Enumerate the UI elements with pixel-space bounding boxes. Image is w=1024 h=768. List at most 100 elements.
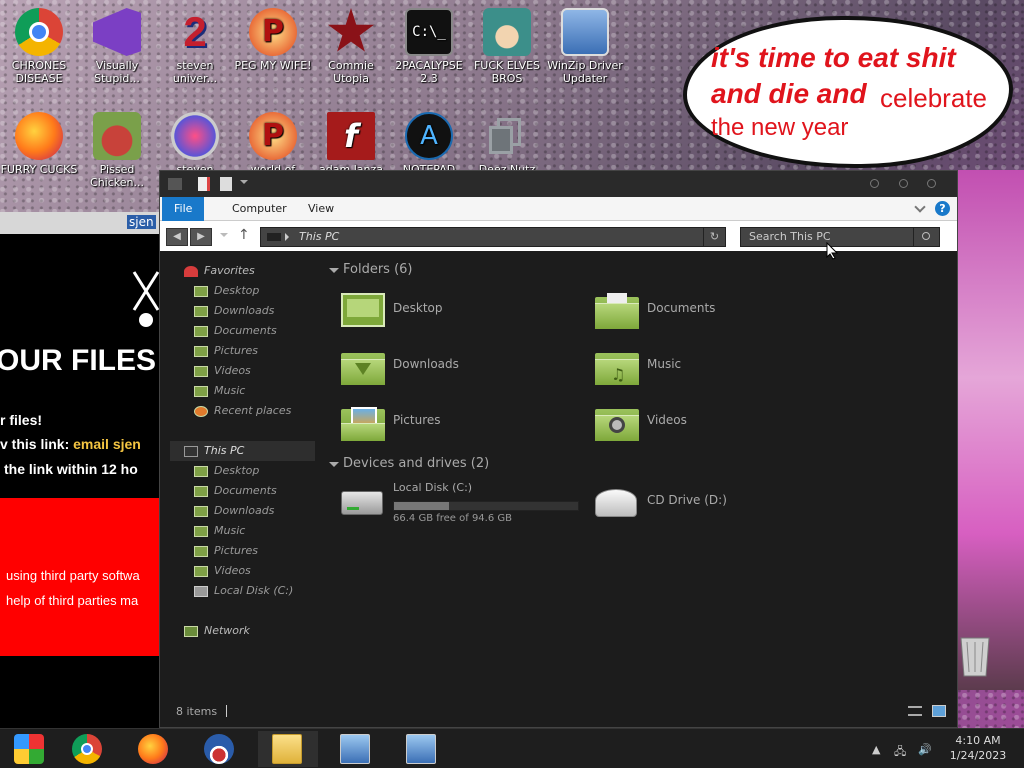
desktop-icon-2pacalypse[interactable]: C:\_ 2PACALYPSE 2.3 — [390, 8, 468, 85]
nav-favorites[interactable]: Favorites — [170, 261, 315, 281]
folders-group-header[interactable]: Folders (6) — [325, 257, 945, 283]
search-box[interactable]: Search This PC — [740, 227, 940, 247]
tab-file[interactable]: File — [162, 197, 205, 221]
start-button[interactable] — [0, 731, 60, 767]
nav-item-pictures[interactable]: Pictures — [170, 341, 315, 361]
network-tray-icon[interactable]: 🖧 — [894, 743, 906, 762]
nav-item-pictures[interactable]: Pictures — [170, 541, 315, 561]
address-bar[interactable]: This PC ↻ — [260, 227, 726, 247]
devices-group-header[interactable]: Devices and drives (2) — [325, 451, 945, 477]
show-hidden-icons-chevron-icon[interactable]: ▲ — [872, 743, 880, 756]
ransom-window-titlebar[interactable]: sjen — [0, 212, 160, 234]
taskbar-chrome[interactable] — [58, 731, 118, 767]
minimize-button[interactable] — [870, 179, 879, 188]
nav-item-videos[interactable]: Videos — [170, 561, 315, 581]
close-button[interactable] — [927, 179, 936, 188]
nav-item-label: Downloads — [214, 504, 275, 517]
recycle-bin-icon[interactable] — [958, 632, 992, 678]
nav-item-documents[interactable]: Documents — [170, 321, 315, 341]
taskbar-file-explorer[interactable] — [258, 731, 318, 767]
search-icon[interactable] — [913, 228, 939, 246]
tab-computer[interactable]: Computer — [222, 197, 297, 221]
ribbon-expand-icon[interactable] — [914, 201, 926, 213]
desktop-icon-visual-studio[interactable]: Visually Stupid... — [78, 8, 156, 85]
documents-folder-icon — [194, 486, 208, 497]
nav-item-videos[interactable]: Videos — [170, 361, 315, 381]
taskbar-installer-1[interactable] — [326, 731, 386, 767]
nav-item-desktop[interactable]: Desktop — [170, 281, 315, 301]
taskbar-obama[interactable] — [190, 731, 250, 767]
quick-access-new-folder-icon[interactable] — [220, 177, 232, 191]
desktop-icon-gem[interactable]: steven — [156, 112, 234, 176]
nav-item-label: Local Disk (C:) — [214, 584, 294, 597]
desktop-icon-angry-birds[interactable]: Pissed Chicken... — [78, 112, 156, 189]
desktop-icon-commie-utopia[interactable]: Commie Utopia — [312, 8, 390, 85]
desktop-icon-flash[interactable]: f adam lanza — [312, 112, 390, 176]
volume-icon[interactable]: 🔊 — [918, 743, 932, 756]
nav-item-recent-places[interactable]: Recent places — [170, 401, 315, 421]
desktop-icon-pegaprint-2[interactable]: P world of — [234, 112, 312, 176]
drive-tile-c[interactable]: Local Disk (C:) 66.4 GB free of 94.6 GB — [341, 479, 601, 529]
nav-item-music[interactable]: Music — [170, 521, 315, 541]
folder-tile-videos[interactable]: Videos — [595, 399, 845, 449]
desktop-icon-elves[interactable]: FUCK ELVES BROS — [468, 8, 546, 85]
computer-icon — [184, 446, 198, 457]
drive-tile-d[interactable]: CD Drive (D:) — [595, 479, 845, 529]
taskbar-installer-2[interactable] — [392, 731, 452, 767]
desktop-icon-notepad[interactable]: A NOTEPAD — [390, 112, 468, 176]
navigation-pane: Favorites Desktop Downloads Documents Pi… — [170, 261, 315, 641]
taskbar-firefox[interactable] — [124, 731, 184, 767]
up-button[interactable]: ↑ — [238, 227, 250, 243]
chrome-icon — [15, 8, 63, 56]
ransom-email-link[interactable]: email sjen — [73, 436, 141, 452]
refresh-button[interactable]: ↻ — [703, 228, 725, 246]
cd-drive-icon — [595, 483, 639, 521]
pictures-folder-icon — [194, 546, 208, 557]
folder-tile-downloads[interactable]: Downloads — [341, 343, 591, 393]
folder-tile-pictures[interactable]: Pictures — [341, 399, 591, 449]
mouse-cursor-icon — [826, 241, 839, 263]
folder-label: Music — [647, 357, 682, 371]
downloads-folder-icon — [341, 347, 385, 385]
hard-drive-icon — [341, 483, 385, 521]
forward-button[interactable]: ▶ — [190, 228, 212, 246]
nav-this-pc[interactable]: This PC — [170, 441, 315, 461]
nav-item-desktop[interactable]: Desktop — [170, 461, 315, 481]
nav-item-documents[interactable]: Documents — [170, 481, 315, 501]
desktop-icon-winzip[interactable]: WinZip Driver Updater — [546, 8, 624, 85]
computer-icon — [267, 233, 281, 241]
desktop-icon-steven-universe[interactable]: 2 steven univer... — [156, 8, 234, 85]
help-icon[interactable]: ? — [935, 201, 950, 216]
desktop-icon-deez[interactable]: Deez Nutz — [468, 112, 546, 176]
quick-access-dropdown-icon[interactable] — [240, 180, 248, 188]
nav-network[interactable]: Network — [170, 621, 315, 641]
tab-view[interactable]: View — [298, 197, 344, 221]
quick-access-properties-icon[interactable] — [198, 177, 210, 191]
details-view-icon[interactable] — [908, 706, 922, 716]
drive-name: CD Drive (D:) — [647, 493, 727, 507]
maximize-button[interactable] — [899, 179, 908, 188]
folder-label: Documents — [647, 301, 716, 315]
folder-tile-documents[interactable]: Documents — [595, 287, 845, 337]
clock[interactable]: 4:10 AM 1/24/2023 — [940, 733, 1016, 763]
desktop-icon-label: FUCK ELVES BROS — [473, 59, 541, 85]
chrome-icon — [72, 734, 102, 764]
nav-item-music[interactable]: Music — [170, 381, 315, 401]
nav-item-downloads[interactable]: Downloads — [170, 301, 315, 321]
start-icon — [14, 734, 44, 764]
recent-locations-icon[interactable] — [220, 233, 228, 241]
desktop-icon-pegaprint[interactable]: P PEG MY WIFE! — [234, 8, 312, 72]
breadcrumb-chevron-icon[interactable] — [285, 233, 293, 241]
back-button[interactable]: ◀ — [166, 228, 188, 246]
desktop-icon-chrome[interactable]: CHRONES DISEASE — [0, 8, 78, 85]
nav-item-local-disk[interactable]: Local Disk (C:) — [170, 581, 315, 601]
videos-folder-icon — [194, 366, 208, 377]
folder-tile-desktop[interactable]: Desktop — [341, 287, 591, 337]
folder-label: Videos — [647, 413, 687, 427]
installer-icon — [406, 734, 436, 764]
nav-item-downloads[interactable]: Downloads — [170, 501, 315, 521]
desktop-icon-firefox[interactable]: FURRY CUCKS — [0, 112, 78, 176]
folder-tile-music[interactable]: ♫ Music — [595, 343, 845, 393]
large-icons-view-icon[interactable] — [932, 705, 946, 717]
window-titlebar[interactable] — [160, 171, 957, 197]
